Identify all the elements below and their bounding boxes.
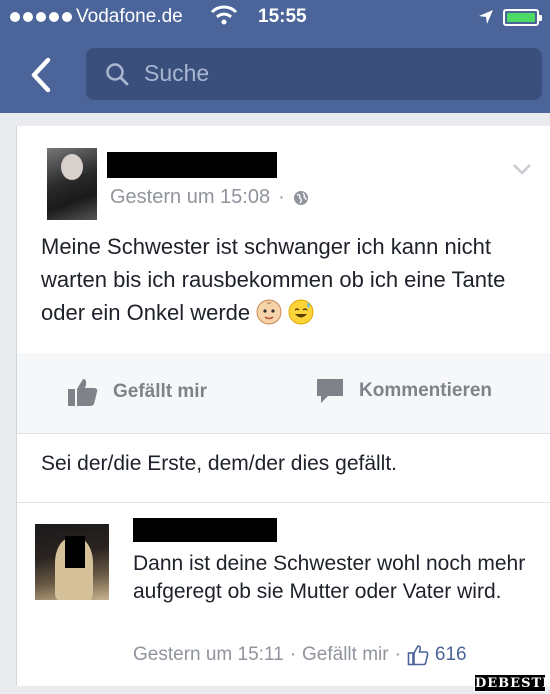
comment-label: Kommentieren (359, 380, 493, 401)
battery-icon (503, 9, 542, 26)
author-avatar[interactable] (47, 148, 97, 220)
like-summary: Sei der/die Erste, dem/der dies gefällt. (41, 452, 398, 475)
clock: 15:55 (258, 6, 307, 27)
commenter-avatar[interactable] (35, 524, 109, 600)
divider (17, 433, 550, 434)
thumbs-up-outline-icon (407, 645, 429, 666)
meta-separator: · (278, 186, 285, 208)
author-name-redacted (107, 152, 277, 178)
search-icon (106, 63, 129, 86)
post-card: Gestern um 15:08 · Meine Schwester ist s… (16, 126, 550, 686)
search-bar[interactable]: Suche (86, 48, 542, 100)
commenter-name-redacted (133, 518, 277, 542)
search-placeholder: Suche (144, 60, 210, 86)
top-bar: Vodafone.de 15:55 Suche (0, 0, 550, 113)
location-arrow-icon (479, 10, 493, 24)
like-label: Gefällt mir (113, 381, 207, 402)
post-timestamp[interactable]: Gestern um 15:08 (110, 186, 270, 209)
comment-text: Dann ist deine Schwester wohl noch mehr … (133, 552, 526, 603)
comment-like-link[interactable]: Gefällt mir (302, 644, 389, 666)
comment-like-count: 616 (434, 644, 467, 665)
baby-face-icon (256, 299, 282, 325)
comment-meta: Gestern um 15:11 · Gefällt mir · 616 (133, 644, 467, 666)
post-meta: Gestern um 15:08 · (110, 186, 309, 209)
status-bar: Vodafone.de 15:55 (0, 0, 550, 36)
post-options-chevron-icon[interactable] (512, 162, 532, 176)
comment-button[interactable]: Kommentieren (315, 377, 492, 405)
post-body: Meine Schwester ist schwanger ich kann n… (41, 230, 531, 329)
like-button[interactable]: Gefällt mir (67, 377, 207, 407)
signal-strength-icon (10, 12, 72, 22)
back-button[interactable] (26, 56, 56, 94)
comment-icon (317, 379, 343, 403)
carrier-name: Vodafone.de (76, 6, 183, 27)
grinning-sweat-icon (288, 299, 314, 325)
divider (17, 502, 550, 503)
thumbs-up-icon (68, 379, 98, 406)
comment-timestamp[interactable]: Gestern um 15:11 (133, 644, 284, 666)
globe-icon (293, 190, 308, 205)
wifi-icon (210, 5, 238, 25)
meta-separator: · (394, 644, 401, 665)
action-bar: Gefällt mir Kommentieren (17, 353, 550, 433)
meta-separator: · (289, 644, 297, 665)
watermark-logo: DEBESTE (474, 674, 550, 692)
